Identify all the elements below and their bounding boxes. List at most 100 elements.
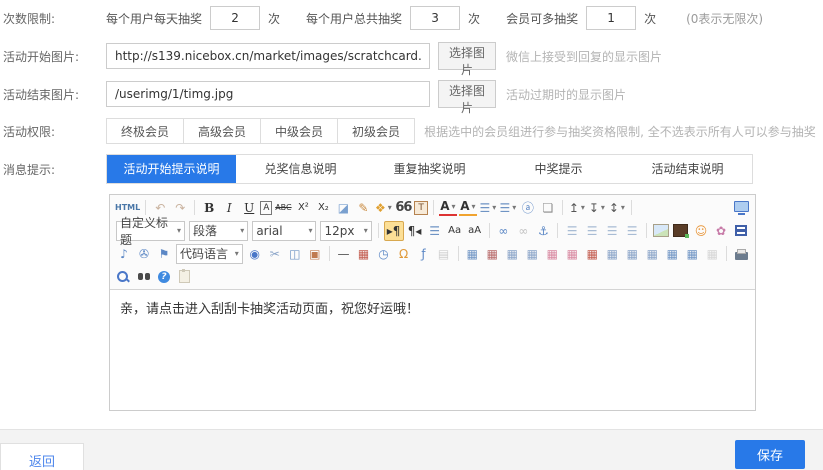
insert-code-icon[interactable]: ◉ [246, 245, 264, 263]
delete-row-icon[interactable]: ▦ [543, 245, 561, 263]
unordered-list-icon[interactable]: ☰▾ [499, 199, 517, 217]
font-family-select[interactable]: arial▾ [252, 221, 316, 241]
new-document-icon[interactable]: ❏ [539, 199, 557, 217]
font-border-button[interactable]: A [260, 201, 272, 215]
font-size-select[interactable]: 12px▾ [320, 221, 371, 241]
attachment-icon[interactable]: ✇ [135, 245, 153, 263]
rowspacing-bottom-icon[interactable]: ↧▾ [588, 199, 606, 217]
chart-icon[interactable]: ▦ [703, 245, 721, 263]
help-icon[interactable] [155, 268, 173, 286]
back-button[interactable]: 返回 [0, 443, 84, 470]
save-button[interactable]: 保存 [735, 440, 805, 469]
fullscreen-icon[interactable] [732, 199, 750, 217]
anchor-icon[interactable]: ⚓ [534, 222, 552, 240]
ordered-list-icon[interactable]: ☰▾ [479, 199, 497, 217]
pagebreak-icon[interactable]: ✂ [266, 245, 284, 263]
insert-col-icon[interactable]: ▦ [523, 245, 541, 263]
delete-table-icon[interactable]: ▦ [483, 245, 501, 263]
rtl-icon[interactable]: ¶◂ [406, 222, 424, 240]
background-color-button[interactable]: A▾ [459, 199, 477, 216]
message-tab-3[interactable]: 中奖提示 [494, 155, 623, 183]
custom-title-select[interactable]: 自定义标题▾ [116, 221, 185, 241]
member-group-button-0[interactable]: 终极会员 [106, 118, 184, 144]
strikethrough-button[interactable]: ABC [274, 199, 292, 217]
insert-table-icon[interactable]: ▦ [463, 245, 481, 263]
justify-right-icon[interactable]: ☰ [603, 222, 621, 240]
message-tab-1[interactable]: 兑奖信息说明 [236, 155, 365, 183]
template-icon[interactable]: ▤ [435, 245, 453, 263]
subscript-button[interactable]: X₂ [314, 199, 332, 217]
print-icon[interactable] [732, 245, 750, 263]
video-icon[interactable] [732, 222, 750, 240]
line-height-icon[interactable]: ↕▾ [608, 199, 626, 217]
delete-col-icon[interactable]: ▦ [563, 245, 581, 263]
horizontal-rule-icon[interactable]: — [335, 245, 353, 263]
total-draw-limit-input[interactable] [410, 6, 460, 30]
split-cells-icon[interactable]: ▦ [683, 245, 701, 263]
image-icon[interactable] [652, 222, 670, 240]
justify-full-icon[interactable]: ☰ [623, 222, 641, 240]
case-upper-icon[interactable]: Aa [446, 222, 464, 240]
insert-row-icon[interactable]: ▦ [503, 245, 521, 263]
paste-plain-icon[interactable]: T [414, 201, 428, 215]
formula-icon[interactable]: ƒ [415, 245, 433, 263]
justify-center-icon[interactable]: ☰ [583, 222, 601, 240]
anchor-box-icon[interactable]: ⓐ [519, 199, 537, 217]
toolbar-separator [433, 200, 434, 215]
font-color-button[interactable]: A▾ [439, 199, 457, 216]
print-icon [735, 252, 748, 260]
link-icon[interactable]: ∞ [494, 222, 512, 240]
message-tab-2[interactable]: 重复抽奖说明 [365, 155, 494, 183]
superscript-button[interactable]: X² [294, 199, 312, 217]
message-tab-4[interactable]: 活动结束说明 [623, 155, 752, 183]
format-painter-icon[interactable]: ✎ [354, 199, 372, 217]
music-icon[interactable]: ♪ [115, 245, 133, 263]
limit-suffix: 次 [644, 10, 656, 27]
start-image-pick-button[interactable]: 选择图片 [438, 42, 496, 70]
editor-content[interactable]: 亲，请点击进入刮刮卡抽奖活动页面，祝您好运哦！ [110, 290, 755, 410]
autotypeset-icon[interactable]: ❖▾ [374, 199, 392, 217]
daily-draw-limit-input[interactable] [210, 6, 260, 30]
split-rows-icon[interactable]: ▦ [643, 245, 661, 263]
case-lower-icon[interactable]: aA [466, 222, 484, 240]
ltr-icon[interactable]: ▸¶ [384, 221, 404, 241]
columns-icon[interactable]: ◫ [286, 245, 304, 263]
blockquote-icon[interactable]: 66 [394, 199, 412, 217]
bold-button[interactable]: B [200, 199, 218, 217]
merge-cells-icon[interactable]: ▦ [583, 245, 601, 263]
member-group-button-2[interactable]: 中级会员 [260, 118, 338, 144]
end-image-pick-button[interactable]: 选择图片 [438, 80, 496, 108]
merge-right-icon[interactable]: ▦ [603, 245, 621, 263]
map-icon[interactable]: ⚑ [155, 245, 173, 263]
underline-button[interactable]: U [240, 199, 258, 217]
message-tab-0[interactable]: 活动开始提示说明 [107, 155, 236, 183]
justify-left-icon[interactable]: ☰ [563, 222, 581, 240]
time-icon[interactable]: ◷ [375, 245, 393, 263]
limits-content: 每个用户每天抽奖次每个用户总共抽奖次会员可多抽奖次 [106, 6, 682, 30]
end-image-url-input[interactable] [106, 81, 430, 107]
search-replace-icon[interactable] [135, 268, 153, 286]
code-language-select[interactable]: 代码语言▾ [176, 244, 243, 264]
member-extra-draw-input[interactable] [586, 6, 636, 30]
emoji-icon[interactable]: ☺ [692, 222, 710, 240]
fullscreen-icon [734, 201, 749, 212]
snapshot-icon[interactable]: ▣ [306, 245, 324, 263]
unlink-icon[interactable]: ∞ [514, 222, 532, 240]
preview-icon[interactable] [115, 268, 133, 286]
start-image-label: 活动开始图片: [0, 48, 106, 65]
clipboard-icon[interactable] [175, 268, 193, 286]
merge-down-icon[interactable]: ▦ [623, 245, 641, 263]
date-icon[interactable]: ▦ [355, 245, 373, 263]
paragraph-select[interactable]: 段落▾ [189, 221, 248, 241]
remove-format-icon[interactable]: ◪ [334, 199, 352, 217]
indent-icon[interactable]: ☰ [426, 222, 444, 240]
member-group-button-1[interactable]: 高级会员 [183, 118, 261, 144]
scrawl-icon[interactable]: ✿ [712, 222, 730, 240]
rowspacing-top-icon[interactable]: ↥▾ [568, 199, 586, 217]
special-chars-icon[interactable]: Ω [395, 245, 413, 263]
italic-button[interactable]: I [220, 199, 238, 217]
member-group-button-3[interactable]: 初级会员 [337, 118, 415, 144]
split-cols-icon[interactable]: ▦ [663, 245, 681, 263]
album-icon[interactable] [672, 222, 690, 240]
start-image-url-input[interactable] [106, 43, 430, 69]
